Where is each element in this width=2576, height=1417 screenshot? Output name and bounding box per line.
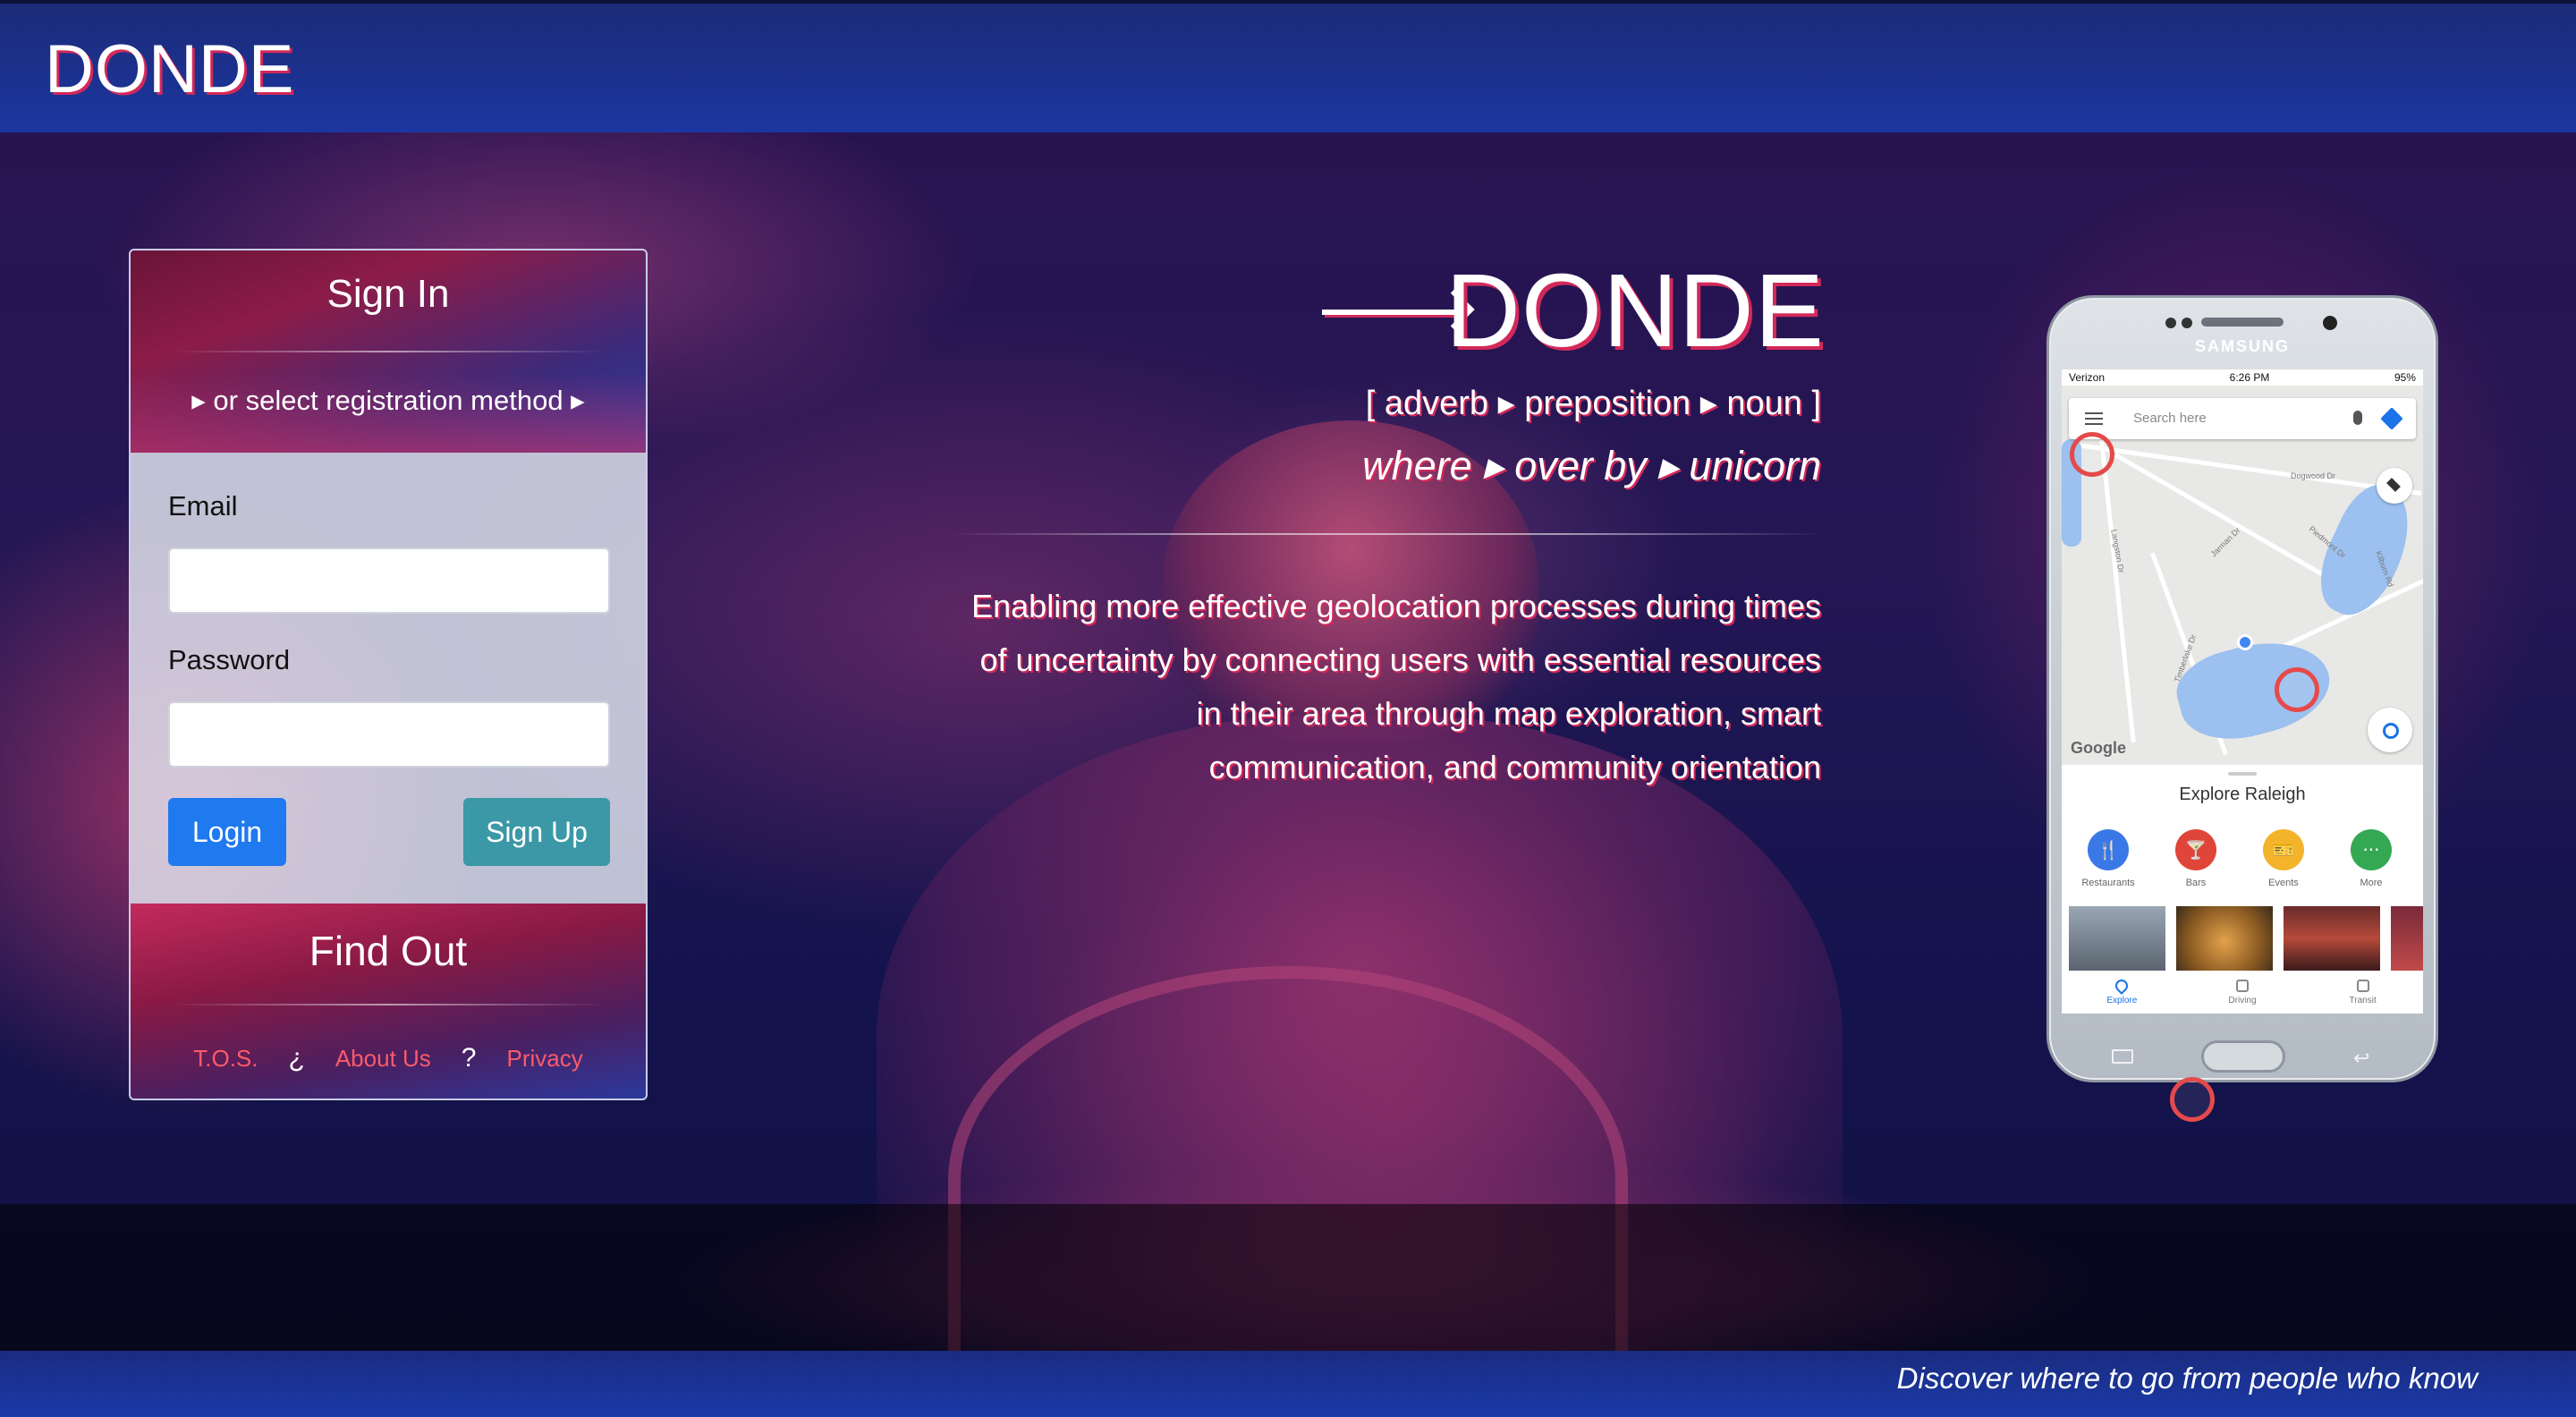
phone-screen: Verizon 6:26 PM 95% Dogwood Dr Piedmont … [2062, 369, 2423, 1014]
signin-panel: Sign In ▸ or select registration method … [129, 249, 648, 1100]
phone-brand: SAMSUNG [2194, 337, 2290, 355]
definition: where ▸ over by ▸ unicorn [1362, 443, 1821, 488]
find-out-divider [171, 1004, 606, 1005]
signin-title: Sign In [326, 272, 450, 316]
hotspot-menu[interactable] [2070, 432, 2114, 477]
street-label: Dogwood Dr [2291, 471, 2336, 480]
tab-label: Explore [2106, 996, 2138, 1005]
tab-label: Driving [2228, 996, 2257, 1005]
hamburger-menu-icon[interactable] [2085, 412, 2103, 425]
category-more[interactable]: ··· More [2335, 829, 2407, 888]
directions-icon[interactable] [2380, 407, 2403, 430]
ticket-icon: 🎫 [2263, 829, 2304, 870]
back-icon[interactable]: ↩ [2353, 1048, 2369, 1070]
tab-driving[interactable]: Driving [2207, 976, 2278, 1014]
hotspot-map[interactable] [2275, 667, 2319, 712]
find-out-section: Find Out T.O.S. ¿ About Us ? Privacy [131, 904, 646, 1099]
password-label: Password [168, 644, 291, 675]
sensor-icon [2182, 318, 2192, 328]
car-icon [2235, 980, 2249, 992]
map-search-bar[interactable]: Search here [2069, 398, 2416, 439]
signin-header: Sign In ▸ or select registration method … [131, 250, 646, 453]
hotspot-home[interactable] [2170, 1077, 2215, 1122]
description-line: communication, and community orientation [1208, 749, 1821, 785]
top-header: DONDE [0, 0, 2576, 132]
description-line: Enabling more effective geolocation proc… [971, 588, 1821, 624]
footer-tagline: Discover where to go from people who kno… [1896, 1362, 2478, 1395]
my-location-icon[interactable] [2368, 708, 2412, 752]
place-photo[interactable] [2176, 906, 2273, 971]
link-separator: ¿ [288, 1043, 305, 1073]
logo[interactable]: DONDE [45, 30, 294, 108]
link-separator: ? [461, 1043, 477, 1073]
recent-apps-icon[interactable] [2112, 1049, 2133, 1064]
map-road [2099, 439, 2136, 743]
category-bars[interactable]: 🍸 Bars [2160, 829, 2232, 888]
category-label: Events [2268, 878, 2299, 888]
tab-transit[interactable]: Transit [2327, 976, 2399, 1014]
place-photo[interactable] [2391, 906, 2423, 971]
description-line: of uncertainty by connecting users with … [979, 641, 1821, 678]
hero-description: Enabling more effective geolocation proc… [894, 580, 1821, 794]
explore-title: Explore Raleigh [2179, 785, 2306, 804]
sheet-drag-handle[interactable] [2228, 772, 2257, 776]
background-dark-band [0, 1204, 2576, 1352]
map-view[interactable]: Dogwood Dr Piedmont Dr Jarman Dr Langsto… [2062, 386, 2423, 765]
cocktail-icon: 🍸 [2175, 829, 2216, 870]
hero-divider [948, 533, 1825, 535]
speaker-grille [2201, 318, 2284, 327]
category-label: Restaurants [2081, 878, 2135, 888]
password-field[interactable] [168, 701, 610, 768]
bottom-footer: Discover where to go from people who kno… [0, 1351, 2576, 1417]
tab-explore[interactable]: Explore [2086, 976, 2157, 1014]
pin-icon [2113, 977, 2131, 995]
clock-label: 6:26 PM [2229, 371, 2270, 384]
place-photo[interactable] [2069, 906, 2165, 971]
parts-of-speech: [ adverb ▸ preposition ▸ noun ] [1365, 385, 1821, 422]
explore-sheet: Explore Raleigh 🍴 Restaurants 🍸 Bars 🎫 E… [2062, 765, 2423, 1014]
category-label: Bars [2185, 878, 2207, 888]
street-label: Jarman Dr [2208, 525, 2242, 559]
current-location-dot [2237, 634, 2253, 650]
carrier-label: Verizon [2069, 371, 2106, 384]
description-line: in their area through map exploration, s… [1196, 695, 1821, 732]
category-events[interactable]: 🎫 Events [2248, 829, 2319, 888]
place-photo[interactable] [2284, 906, 2380, 971]
more-icon: ··· [2351, 829, 2392, 870]
find-out-links: T.O.S. ¿ About Us ? Privacy [131, 1043, 646, 1073]
login-button[interactable]: Login [168, 798, 286, 866]
layers-icon[interactable] [2377, 468, 2412, 504]
privacy-link[interactable]: Privacy [506, 1045, 582, 1073]
map-search-placeholder: Search here [2133, 411, 2207, 426]
status-bar: Verizon 6:26 PM 95% [2062, 369, 2423, 386]
registration-method-link[interactable]: ▸ or select registration method ▸ [131, 385, 646, 417]
hero-title: DONDE [1445, 252, 1825, 369]
front-camera-icon [2323, 316, 2337, 330]
bottom-nav: Explore Driving Transit [2062, 976, 2423, 1014]
battery-label: 95% [2394, 371, 2416, 384]
tos-link[interactable]: T.O.S. [193, 1045, 258, 1073]
phone-mockup: SAMSUNG Verizon 6:26 PM 95% Dogwood Dr P… [2046, 295, 2438, 1082]
microphone-icon[interactable] [2353, 411, 2362, 425]
email-label: Email [168, 490, 238, 522]
find-out-title: Find Out [309, 928, 468, 974]
home-button[interactable] [2201, 1040, 2285, 1073]
fork-knife-icon: 🍴 [2088, 829, 2129, 870]
sensor-icon [2165, 318, 2176, 328]
google-logo: Google [2071, 739, 2126, 757]
tab-label: Transit [2349, 996, 2377, 1005]
signin-divider [171, 351, 606, 352]
category-restaurants[interactable]: 🍴 Restaurants [2072, 829, 2144, 888]
place-thumbnails [2069, 906, 2423, 971]
train-icon [2356, 980, 2369, 992]
category-label: More [2360, 878, 2383, 888]
email-field[interactable] [168, 547, 610, 614]
signup-button[interactable]: Sign Up [463, 798, 610, 866]
about-us-link[interactable]: About Us [335, 1045, 431, 1073]
